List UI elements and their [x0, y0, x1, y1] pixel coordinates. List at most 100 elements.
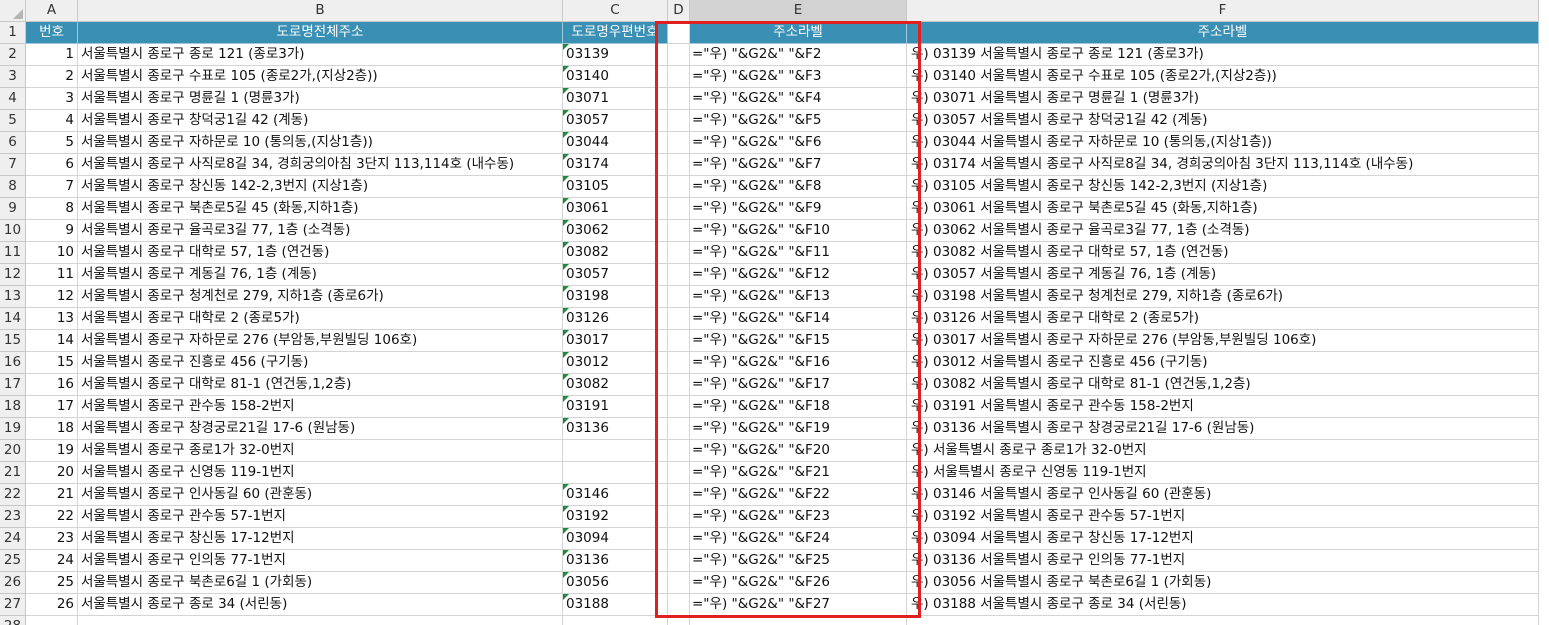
row-header[interactable]: 14 — [0, 308, 26, 330]
cell-road-address[interactable]: 서울특별시 종로구 북촌로6길 1 (가회동) — [78, 572, 563, 594]
cell-empty[interactable] — [668, 352, 690, 374]
cell-postal-code[interactable]: 03174 — [563, 154, 668, 176]
cell-formula[interactable]: ="우) "&G2&" "&F15 — [690, 330, 907, 352]
cell-empty[interactable] — [668, 572, 690, 594]
cell-number[interactable]: 21 — [26, 484, 78, 506]
row-header[interactable]: 7 — [0, 154, 26, 176]
cell-road-address[interactable]: 서울특별시 종로구 대학로 81-1 (연건동,1,2층) — [78, 374, 563, 396]
row-header[interactable]: 3 — [0, 66, 26, 88]
row-header[interactable]: 6 — [0, 132, 26, 154]
column-header-f[interactable]: F — [907, 0, 1539, 22]
cell-postal-code[interactable]: 03191 — [563, 396, 668, 418]
row-header[interactable]: 23 — [0, 506, 26, 528]
cell-road-address[interactable]: 서울특별시 종로구 진흥로 456 (구기동) — [78, 352, 563, 374]
cell-road-address[interactable]: 서울특별시 종로구 창신동 17-12번지 — [78, 528, 563, 550]
cell-address-label[interactable]: 우) 03140 서울특별시 종로구 수표로 105 (종로2가,(지상2층)) — [907, 66, 1539, 88]
cell-postal-code[interactable]: 03105 — [563, 176, 668, 198]
cell-empty[interactable] — [668, 220, 690, 242]
cell-address-label[interactable]: 우) 서울특별시 종로구 종로1가 32-0번지 — [907, 440, 1539, 462]
cell-formula[interactable]: ="우) "&G2&" "&F26 — [690, 572, 907, 594]
cell-address-label[interactable]: 우) 서울특별시 종로구 신영동 119-1번지 — [907, 462, 1539, 484]
cell-road-address[interactable]: 서울특별시 종로구 창신동 142-2,3번지 (지상1층) — [78, 176, 563, 198]
cell-address-label[interactable]: 우) 03082 서울특별시 종로구 대학로 81-1 (연건동,1,2층) — [907, 374, 1539, 396]
header-cell-empty[interactable] — [668, 22, 690, 44]
cell-empty[interactable] — [668, 242, 690, 264]
cell-empty[interactable] — [668, 308, 690, 330]
cell-number[interactable]: 25 — [26, 572, 78, 594]
cell-empty[interactable] — [668, 462, 690, 484]
header-cell-postal-code[interactable]: 도로명우편번호 — [563, 22, 668, 44]
cell-formula[interactable] — [690, 616, 907, 625]
cell-number[interactable]: 3 — [26, 88, 78, 110]
cell-postal-code[interactable]: 03188 — [563, 594, 668, 616]
row-header[interactable]: 4 — [0, 88, 26, 110]
cell-number[interactable]: 20 — [26, 462, 78, 484]
cell-empty[interactable] — [668, 594, 690, 616]
row-header[interactable]: 20 — [0, 440, 26, 462]
cell-road-address[interactable]: 서울특별시 종로구 창덕궁1길 42 (계동) — [78, 110, 563, 132]
cell-number[interactable]: 4 — [26, 110, 78, 132]
cell-number[interactable]: 22 — [26, 506, 78, 528]
cell-address-label[interactable]: 우) 03017 서울특별시 종로구 자하문로 276 (부암동,부원빌딩 10… — [907, 330, 1539, 352]
cell-postal-code[interactable] — [563, 440, 668, 462]
cell-number[interactable]: 8 — [26, 198, 78, 220]
cell-road-address[interactable]: 서울특별시 종로구 종로1가 32-0번지 — [78, 440, 563, 462]
cell-formula[interactable]: ="우) "&G2&" "&F13 — [690, 286, 907, 308]
cell-number[interactable]: 18 — [26, 418, 78, 440]
column-header-e[interactable]: E — [690, 0, 907, 22]
cell-address-label[interactable]: 우) 03056 서울특별시 종로구 북촌로6길 1 (가회동) — [907, 572, 1539, 594]
cell-postal-code[interactable]: 03061 — [563, 198, 668, 220]
cell-empty[interactable] — [668, 440, 690, 462]
cell-formula[interactable]: ="우) "&G2&" "&F16 — [690, 352, 907, 374]
cell-empty[interactable] — [668, 154, 690, 176]
cell-formula[interactable]: ="우) "&G2&" "&F2 — [690, 44, 907, 66]
cell-address-label[interactable]: 우) 03139 서울특별시 종로구 종로 121 (종로3가) — [907, 44, 1539, 66]
row-header[interactable]: 17 — [0, 374, 26, 396]
row-header[interactable]: 8 — [0, 176, 26, 198]
cell-postal-code[interactable] — [563, 616, 668, 625]
cell-number[interactable]: 9 — [26, 220, 78, 242]
cell-address-label[interactable]: 우) 03126 서울특별시 종로구 대학로 2 (종로5가) — [907, 308, 1539, 330]
cell-postal-code[interactable]: 03082 — [563, 374, 668, 396]
cell-empty[interactable] — [668, 66, 690, 88]
cell-road-address[interactable]: 서울특별시 종로구 자하문로 276 (부암동,부원빌딩 106호) — [78, 330, 563, 352]
cell-postal-code[interactable]: 03071 — [563, 88, 668, 110]
row-header[interactable]: 11 — [0, 242, 26, 264]
cell-empty[interactable] — [668, 88, 690, 110]
cell-address-label[interactable]: 우) 03062 서울특별시 종로구 율곡로3길 77, 1층 (소격동) — [907, 220, 1539, 242]
cell-address-label[interactable]: 우) 03057 서울특별시 종로구 계동길 76, 1층 (계동) — [907, 264, 1539, 286]
row-header[interactable]: 9 — [0, 198, 26, 220]
cell-address-label[interactable]: 우) 03044 서울특별시 종로구 자하문로 10 (통의동,(지상1층)) — [907, 132, 1539, 154]
cell-number[interactable]: 16 — [26, 374, 78, 396]
cell-address-label[interactable]: 우) 03082 서울특별시 종로구 대학로 57, 1층 (연건동) — [907, 242, 1539, 264]
cell-road-address[interactable]: 서울특별시 종로구 명륜길 1 (명륜3가) — [78, 88, 563, 110]
cell-postal-code[interactable]: 03082 — [563, 242, 668, 264]
cell-empty[interactable] — [668, 374, 690, 396]
cell-postal-code[interactable]: 03012 — [563, 352, 668, 374]
cell-road-address[interactable]: 서울특별시 종로구 관수동 57-1번지 — [78, 506, 563, 528]
cell-postal-code[interactable] — [563, 462, 668, 484]
cell-formula[interactable]: ="우) "&G2&" "&F11 — [690, 242, 907, 264]
cell-postal-code[interactable]: 03192 — [563, 506, 668, 528]
cell-address-label[interactable]: 우) 03061 서울특별시 종로구 북촌로5길 45 (화동,지하1층) — [907, 198, 1539, 220]
cell-formula[interactable]: ="우) "&G2&" "&F19 — [690, 418, 907, 440]
row-header[interactable]: 21 — [0, 462, 26, 484]
cell-number[interactable]: 13 — [26, 308, 78, 330]
cell-empty[interactable] — [668, 528, 690, 550]
cell-empty[interactable] — [668, 330, 690, 352]
cell-road-address[interactable]: 서울특별시 종로구 청계천로 279, 지하1층 (종로6가) — [78, 286, 563, 308]
row-header[interactable]: 10 — [0, 220, 26, 242]
row-header[interactable]: 19 — [0, 418, 26, 440]
cell-empty[interactable] — [668, 550, 690, 572]
row-header[interactable]: 5 — [0, 110, 26, 132]
cell-address-label[interactable]: 우) 03198 서울특별시 종로구 청계천로 279, 지하1층 (종로6가) — [907, 286, 1539, 308]
cell-empty[interactable] — [668, 418, 690, 440]
cell-road-address[interactable]: 서울특별시 종로구 종로 121 (종로3가) — [78, 44, 563, 66]
row-header[interactable]: 25 — [0, 550, 26, 572]
cell-number[interactable]: 15 — [26, 352, 78, 374]
cell-formula[interactable]: ="우) "&G2&" "&F10 — [690, 220, 907, 242]
cell-postal-code[interactable]: 03198 — [563, 286, 668, 308]
cell-formula[interactable]: ="우) "&G2&" "&F17 — [690, 374, 907, 396]
column-header-c[interactable]: C — [563, 0, 668, 22]
cell-road-address[interactable]: 서울특별시 종로구 사직로8길 34, 경희궁의아침 3단지 113,114호 … — [78, 154, 563, 176]
